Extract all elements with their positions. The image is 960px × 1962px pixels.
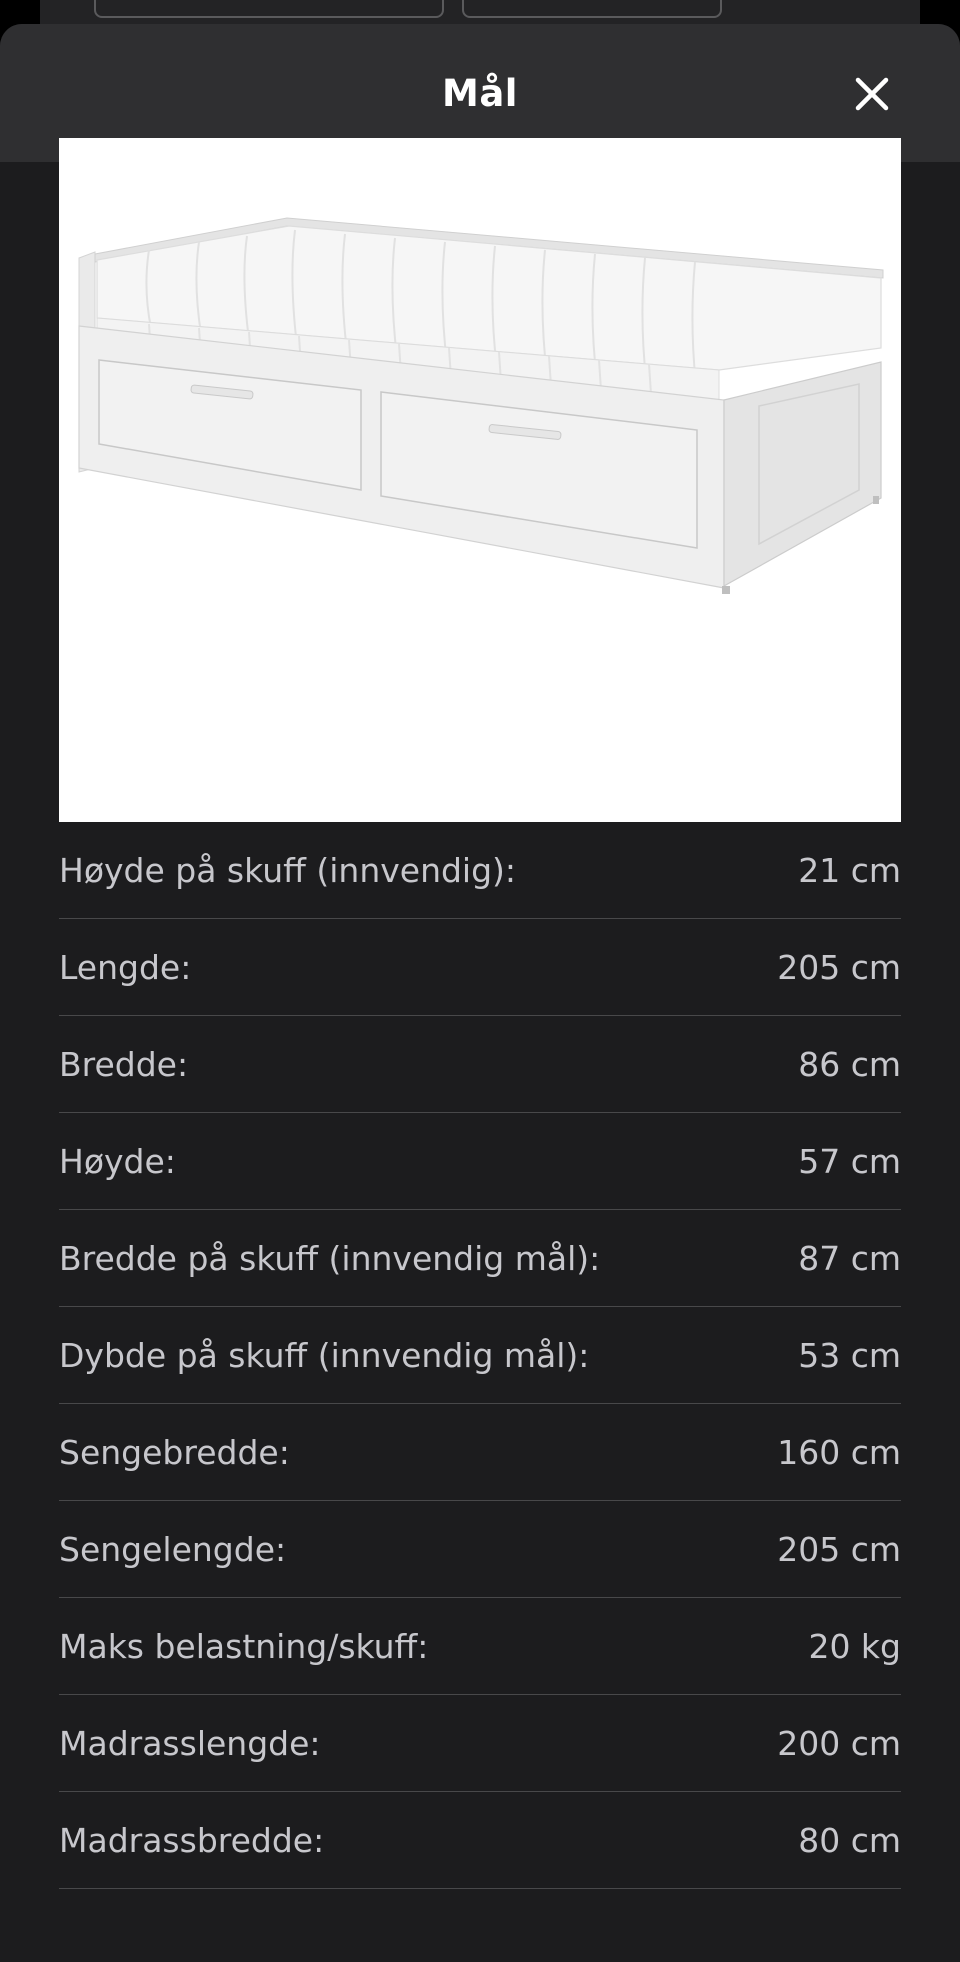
spec-label: Maks belastning/skuff: (59, 1626, 429, 1666)
daybed-illustration (78, 217, 884, 594)
spec-value: 86 cm (798, 1044, 901, 1084)
spec-value: 160 cm (777, 1432, 901, 1472)
spec-value: 87 cm (798, 1238, 901, 1278)
spec-value: 21 cm (798, 850, 901, 890)
background-button (94, 0, 444, 18)
spec-label: Lengde: (59, 947, 192, 987)
spec-label: Sengebredde: (59, 1432, 290, 1472)
spec-value: 205 cm (777, 1529, 901, 1569)
spec-value: 57 cm (798, 1141, 901, 1181)
spec-label: Dybde på skuff (innvendig mål): (59, 1335, 590, 1375)
spec-row: Sengebredde: 160 cm (59, 1404, 901, 1501)
sheet-title: Mål (442, 71, 518, 115)
spec-row: Madrasslengde: 200 cm (59, 1695, 901, 1792)
spec-value: 205 cm (777, 947, 901, 987)
spec-label: Madrassbredde: (59, 1820, 325, 1860)
spec-row: Maks belastning/skuff: 20 kg (59, 1598, 901, 1695)
spec-value: 20 kg (808, 1626, 901, 1666)
spec-value: 80 cm (798, 1820, 901, 1860)
spec-row: Høyde: 57 cm (59, 1113, 901, 1210)
product-image (59, 138, 901, 822)
spec-row: Sengelengde: 205 cm (59, 1501, 901, 1598)
spec-value: 200 cm (777, 1723, 901, 1763)
spec-label: Bredde: (59, 1044, 189, 1084)
spec-label: Høyde: (59, 1141, 176, 1181)
spec-row: Madrassbredde: 80 cm (59, 1792, 901, 1889)
spec-row: Dybde på skuff (innvendig mål): 53 cm (59, 1307, 901, 1404)
spec-row: Lengde: 205 cm (59, 919, 901, 1016)
spec-value: 53 cm (798, 1335, 901, 1375)
spec-label: Bredde på skuff (innvendig mål): (59, 1238, 601, 1278)
spec-row: Høyde på skuff (innvendig): 21 cm (59, 822, 901, 919)
spec-label: Høyde på skuff (innvendig): (59, 850, 517, 890)
close-icon (855, 77, 889, 111)
spec-row: Bredde: 86 cm (59, 1016, 901, 1113)
background-button (462, 0, 722, 18)
close-button[interactable] (852, 74, 892, 114)
spec-list: Høyde på skuff (innvendig): 21 cm Lengde: 2… (59, 822, 901, 1889)
spec-row: Bredde på skuff (innvendig mål): 87 cm (59, 1210, 901, 1307)
spec-label: Madrasslengde: (59, 1723, 321, 1763)
spec-label: Sengelengde: (59, 1529, 287, 1569)
